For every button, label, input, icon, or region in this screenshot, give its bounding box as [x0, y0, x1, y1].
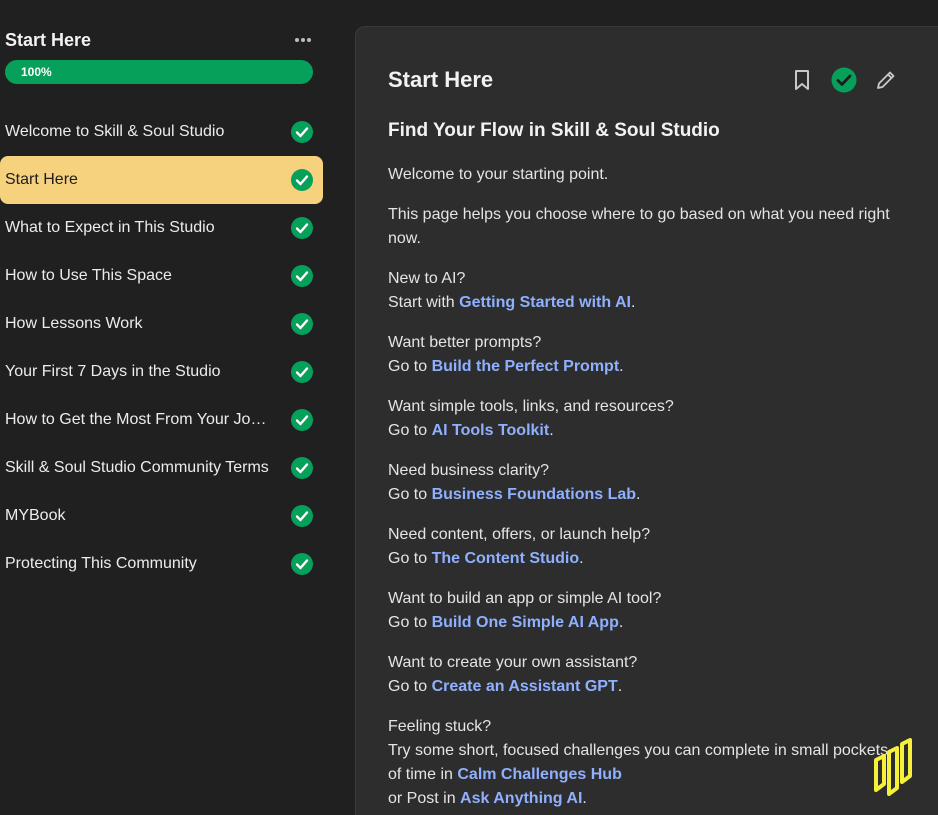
intro-text-2: This page helps you choose where to go b… — [388, 206, 890, 247]
section-question: Need content, offers, or launch help? — [388, 526, 651, 543]
check-circle-icon — [291, 409, 313, 431]
section-suffix: . — [631, 294, 636, 311]
section-question: Need business clarity? — [388, 462, 549, 479]
sidebar-title: Start Here — [5, 30, 92, 50]
section-suffix: . — [617, 678, 623, 695]
section-prefix: Go to — [388, 614, 432, 631]
section-question: Want simple tools, links, and resources? — [388, 398, 674, 415]
section-suffix: . — [618, 614, 624, 631]
section-suffix: . — [549, 422, 554, 439]
check-circle-icon — [291, 313, 313, 335]
section-prefix: of time in — [388, 766, 458, 783]
stuck-section: Feeling stuck? Try some short, focused c… — [388, 715, 903, 811]
lesson-item[interactable]: MYBook — [0, 492, 323, 540]
link-ask-anything-ai[interactable]: Ask Anything AI — [460, 790, 582, 807]
section-prefix: Go to — [388, 422, 432, 439]
section-prefix: Go to — [388, 678, 432, 695]
section-question: New to AI? — [388, 270, 466, 287]
section-suffix: . — [636, 486, 641, 503]
content-heading: Find Your Flow in Skill & Soul Studio — [388, 120, 720, 141]
guide-section: Need business clarity? Go to Business Fo… — [388, 459, 903, 507]
bookmark-button[interactable] — [789, 67, 815, 93]
stuck-line: Try some short, focused challenges you c… — [388, 742, 889, 759]
more-dots-icon — [295, 38, 311, 42]
lesson-item[interactable]: Protecting This Community — [0, 540, 323, 588]
intro-text: Welcome to your starting point. — [388, 166, 609, 183]
section-prefix: Go to — [388, 550, 432, 567]
check-circle-icon — [291, 169, 313, 191]
guide-section: Want simple tools, links, and resources?… — [388, 395, 903, 443]
section-question: Want to build an app or simple AI tool? — [388, 590, 662, 607]
link-business-foundations[interactable]: Business Foundations Lab — [432, 486, 636, 503]
lesson-item[interactable]: How to Get the Most From Your Jou… — [0, 396, 323, 444]
check-circle-icon — [291, 553, 313, 575]
lesson-panel: Start Here Find Your Flow in Skill & Sou… — [355, 26, 938, 815]
check-circle-icon — [291, 505, 313, 527]
lesson-item[interactable]: How Lessons Work — [0, 300, 323, 348]
lesson-item[interactable]: Welcome to Skill & Soul Studio — [0, 108, 323, 156]
section-prefix: or Post in — [388, 790, 461, 807]
lesson-content: Find Your Flow in Skill & Soul Studio We… — [388, 119, 903, 815]
lesson-label: How to Get the Most From Your Jou… — [5, 411, 275, 428]
guide-section: Need content, offers, or launch help? Go… — [388, 523, 903, 571]
edit-button[interactable] — [873, 67, 899, 93]
progress-label: 100% — [21, 65, 52, 79]
link-getting-started[interactable]: Getting Started with AI — [459, 294, 631, 311]
lesson-label: Your First 7 Days in the Studio — [5, 363, 221, 380]
lesson-label: Start Here — [5, 171, 78, 188]
mark-complete-button[interactable] — [831, 67, 857, 93]
link-build-ai-app[interactable]: Build One Simple AI App — [432, 614, 619, 631]
lesson-label: Skill & Soul Studio Community Terms — [5, 459, 269, 476]
check-circle-icon — [291, 361, 313, 383]
lesson-label: Protecting This Community — [5, 555, 197, 572]
brand-logo-icon — [874, 738, 912, 796]
lesson-label: What to Expect in This Studio — [5, 219, 215, 236]
lesson-label: How to Use This Space — [5, 267, 172, 284]
complete-check-icon — [831, 67, 857, 93]
progress-bar: 100% — [5, 60, 313, 84]
lesson-item[interactable]: What to Expect in This Studio — [0, 204, 323, 252]
lesson-item[interactable]: Your First 7 Days in the Studio — [0, 348, 323, 396]
bookmark-icon — [795, 70, 809, 90]
lesson-item-active[interactable]: Start Here — [0, 156, 323, 204]
lesson-label: Welcome to Skill & Soul Studio — [5, 123, 225, 140]
check-circle-icon — [291, 265, 313, 287]
link-build-perfect-prompt[interactable]: Build the Perfect Prompt — [432, 358, 620, 375]
section-question: Want better prompts? — [388, 334, 542, 351]
link-create-assistant-gpt[interactable]: Create an Assistant GPT — [432, 678, 618, 695]
section-suffix: . — [579, 550, 584, 567]
more-options-button[interactable] — [291, 28, 315, 52]
lesson-actions — [789, 67, 899, 93]
lesson-label: MYBook — [5, 507, 66, 524]
link-calm-challenges[interactable]: Calm Challenges Hub — [457, 766, 621, 783]
link-content-studio[interactable]: The Content Studio — [432, 550, 580, 567]
lesson-item[interactable]: How to Use This Space — [0, 252, 323, 300]
lesson-label: How Lessons Work — [5, 315, 143, 332]
pencil-icon — [877, 71, 895, 89]
check-circle-icon — [291, 121, 313, 143]
section-suffix: . — [619, 358, 624, 375]
sidebar-header: Start Here — [5, 28, 315, 52]
guide-section: Want better prompts? Go to Build the Per… — [388, 331, 903, 379]
page-title: Start Here — [388, 67, 494, 92]
guide-section: Want to create your own assistant? Go to… — [388, 651, 903, 699]
guide-section: New to AI? Start with Getting Started wi… — [388, 267, 903, 315]
section-prefix: Start with — [388, 294, 460, 311]
check-circle-icon — [291, 217, 313, 239]
guide-section: Want to build an app or simple AI tool? … — [388, 587, 903, 635]
sidebar: Start Here 100% Welcome to Skill & Soul … — [0, 0, 330, 815]
lesson-item[interactable]: Skill & Soul Studio Community Terms — [0, 444, 323, 492]
section-question: Feeling stuck? — [388, 718, 492, 735]
lesson-list: Welcome to Skill & Soul Studio Start Her… — [0, 108, 323, 588]
section-question: Want to create your own assistant? — [388, 654, 638, 671]
section-prefix: Go to — [388, 358, 432, 375]
link-ai-tools-toolkit[interactable]: AI Tools Toolkit — [432, 422, 550, 439]
check-circle-icon — [291, 457, 313, 479]
section-prefix: Go to — [388, 486, 432, 503]
section-suffix: . — [582, 790, 587, 807]
